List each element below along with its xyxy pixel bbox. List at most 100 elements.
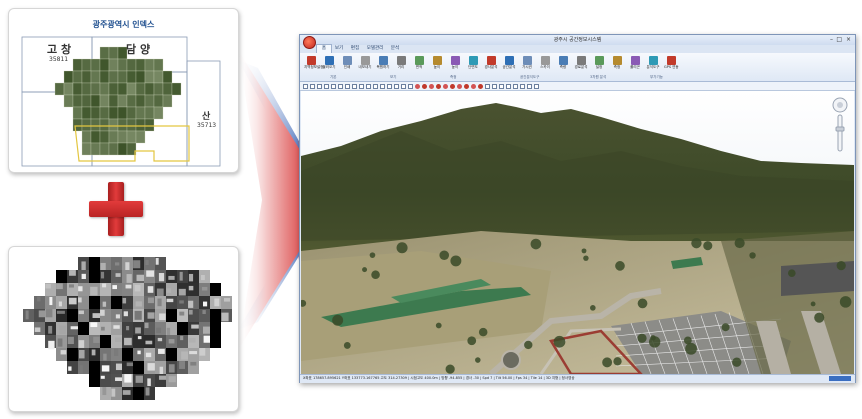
toolbar-tool-icon[interactable] [527,83,532,89]
minimize-button[interactable]: – [830,36,833,43]
ribbon-tool-icon [450,56,460,65]
ribbon-button-9[interactable]: 단면도 [466,56,480,69]
ribbon-tool-icon [558,56,568,65]
ribbon-button-12[interactable]: 가시권 [520,56,534,69]
toolbar-tool-icon[interactable] [394,83,399,89]
status-bar: X좌표 178657.895621 Y좌표 133773.167765 고도 3… [300,374,855,383]
ribbon-toolbar: 지역정보설정 불러오기 인쇄 내보내기 복원하기 거리 면적 높이 높이 단면도 경사분석 공간분석 가… [300,53,855,82]
window-title: 광주시 공간정보시스템 [553,37,602,43]
ribbon-button-label: 불러오기 [322,65,336,69]
toolbar-tool-icon[interactable] [366,83,371,89]
app-logo-icon[interactable] [303,36,316,49]
ribbon-group-label: 보기 [390,75,397,79]
toolbar-tool-icon[interactable] [492,83,497,89]
ribbon-tool-icon [504,56,514,65]
navigation-control[interactable] [832,97,848,155]
ribbon-button-label: 인쇄 [343,65,351,69]
toolbar-tool-icon[interactable] [324,83,329,89]
ribbon-button-1[interactable]: 불러오기 [322,56,336,69]
toolbar-tool-icon[interactable] [303,83,308,89]
ribbon-button-label: 분석도구 [646,65,660,69]
secondary-toolbar [300,82,855,91]
ribbon-button-label: 거리 [397,65,405,69]
toolbar-tool-icon[interactable] [415,83,420,89]
toolbar-tool-icon[interactable] [506,83,511,89]
toolbar-tool-icon[interactable] [345,83,350,89]
ribbon-tool-icon [486,56,496,65]
ribbon-button-14[interactable]: 측량 [556,56,570,69]
tab-edit[interactable]: 편집 [348,45,362,53]
toolbar-tool-icon[interactable] [499,83,504,89]
ribbon-button-label: 설정 [595,65,603,69]
sheet-number-gochang: 35811 [49,56,69,63]
ribbon-button-7[interactable]: 높이 [430,56,444,69]
title-bar: 광주시 공간정보시스템 – □ × [300,35,855,45]
toolbar-tool-icon[interactable] [534,83,539,89]
toolbar-tool-icon[interactable] [520,83,525,89]
ribbon-button-20[interactable]: GPS 연동 [664,56,679,69]
ribbon-button-15[interactable]: 경로분석 [574,56,588,69]
toolbar-tool-icon[interactable] [359,83,364,89]
toolbar-tool-icon[interactable] [331,83,336,89]
ribbon-button-17[interactable]: 측정 [610,56,624,69]
ribbon-button-3[interactable]: 내보내기 [358,56,372,69]
status-progress [829,376,851,381]
tab-analysis[interactable]: 분석 [388,45,402,53]
ribbon-button-5[interactable]: 거리 [394,56,408,69]
toolbar-tool-icon[interactable] [352,83,357,89]
toolbar-tool-icon[interactable] [436,83,441,89]
ribbon-button-18[interactable]: 폴리곤 [628,56,642,69]
3d-terrain-viewport[interactable] [301,91,854,374]
ribbon-tool-icon [522,56,532,65]
index-map-panel: 광주광역시 인덱스 고 창 35811 담 양 산 35713 [8,8,239,173]
toolbar-tool-icon[interactable] [513,83,518,89]
ribbon-button-label: 단면도 [468,65,478,69]
ribbon-group-label: 측정 [450,75,457,79]
dem-elevation-panel [8,246,239,412]
toolbar-tool-icon[interactable] [408,83,413,89]
toolbar-tool-icon[interactable] [422,83,427,89]
toolbar-tool-icon[interactable] [338,83,343,89]
tab-model-management[interactable]: 모델관리 [364,45,386,53]
ribbon-button-19[interactable]: 분석도구 [646,56,660,69]
ribbon-tool-icon [324,56,334,65]
toolbar-tool-icon[interactable] [478,83,483,89]
ribbon-button-2[interactable]: 인쇄 [340,56,354,69]
ribbon-button-16[interactable]: 설정 [592,56,606,69]
terrain-scene [301,91,854,374]
toolbar-tool-icon[interactable] [464,83,469,89]
ribbon-tool-icon [648,56,658,65]
toolbar-tool-icon[interactable] [457,83,462,89]
tab-home[interactable]: 홈 [316,44,332,53]
ribbon-tool-icon [306,56,316,65]
ribbon-button-0[interactable]: 지역정보설정 [304,56,323,69]
toolbar-tool-icon[interactable] [310,83,315,89]
toolbar-tool-icon[interactable] [401,83,406,89]
toolbar-tool-icon[interactable] [485,83,490,89]
toolbar-tool-icon[interactable] [443,83,448,89]
ribbon-tool-icon [360,56,370,65]
ribbon-button-label: 측정 [613,65,621,69]
ribbon-button-11[interactable]: 공간분석 [502,56,516,69]
toolbar-tool-icon[interactable] [450,83,455,89]
3d-gis-application-window: 광주시 공간정보시스템 – □ × 홈 보기 편집 모델관리 분석 지역정보설정… [299,34,856,383]
ribbon-group-label: 부가기능 [650,75,663,79]
ribbon-button-4[interactable]: 복원하기 [376,56,390,69]
toolbar-tool-icon[interactable] [317,83,322,89]
ribbon-button-label: 면적 [415,65,423,69]
ribbon-button-label: 높이 [433,65,441,69]
toolbar-tool-icon[interactable] [471,83,476,89]
ribbon-button-label: 가시권 [522,65,532,69]
ribbon-button-6[interactable]: 면적 [412,56,426,69]
ribbon-button-8[interactable]: 높이 [448,56,462,69]
tab-view[interactable]: 보기 [332,45,346,53]
ribbon-button-10[interactable]: 경사분석 [484,56,498,69]
ribbon-tool-icon [378,56,388,65]
ribbon-button-13[interactable]: 스카이 [538,56,552,69]
close-button[interactable]: × [846,36,851,43]
toolbar-tool-icon[interactable] [429,83,434,89]
toolbar-tool-icon[interactable] [387,83,392,89]
toolbar-tool-icon[interactable] [380,83,385,89]
maximize-button[interactable]: □ [836,36,842,43]
toolbar-tool-icon[interactable] [373,83,378,89]
